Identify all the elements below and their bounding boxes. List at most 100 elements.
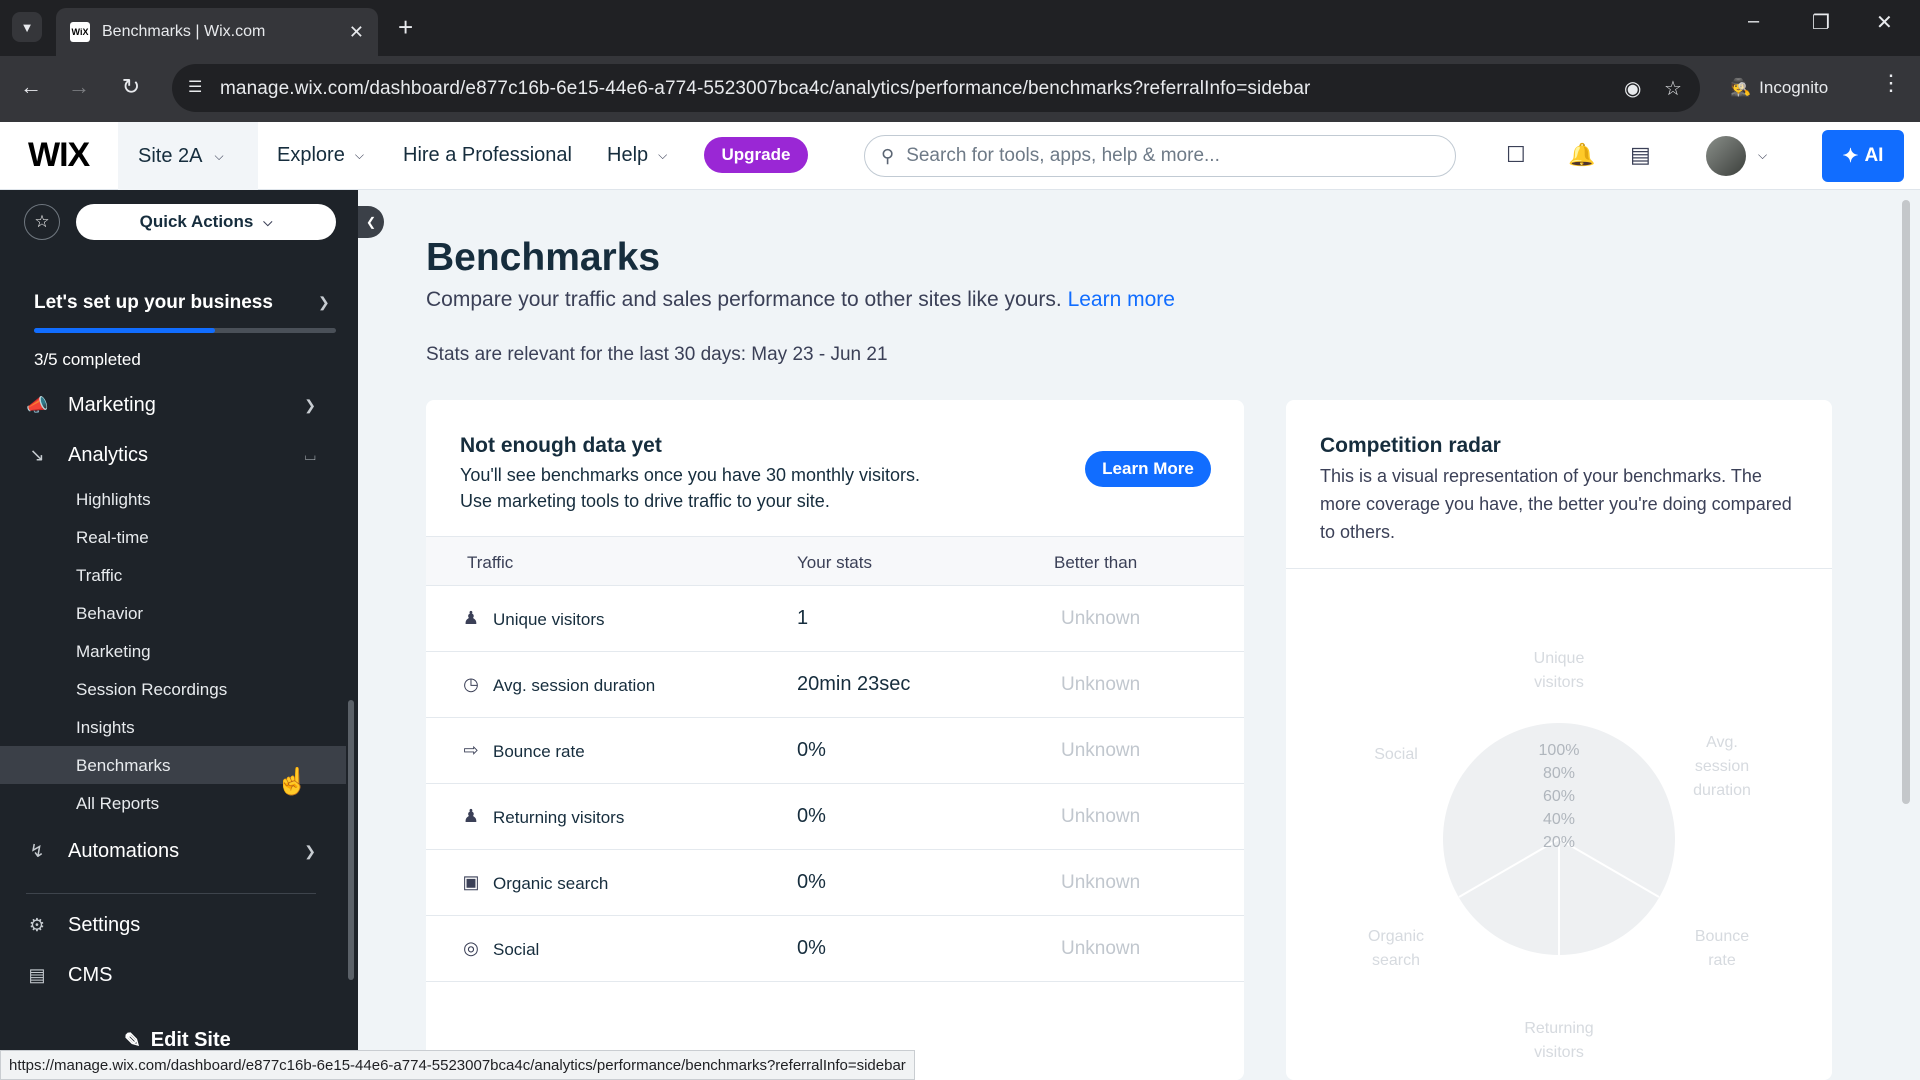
search-window-icon: ▣ bbox=[462, 872, 480, 892]
radar-axis-avg-session-2: session bbox=[1695, 758, 1749, 775]
forward-arrow-icon[interactable]: → bbox=[64, 74, 94, 100]
gear-icon: ⚙ bbox=[28, 915, 46, 935]
radar-axis-bounce-rate-2: rate bbox=[1708, 952, 1736, 969]
sidebar-scrollbar[interactable] bbox=[348, 700, 354, 980]
incognito-indicator[interactable]: 🕵 Incognito bbox=[1730, 68, 1828, 108]
radar-axis-avg-session: Avg. bbox=[1706, 734, 1738, 751]
radar-scale-100: 100% bbox=[1539, 742, 1580, 759]
ai-label: AI bbox=[1864, 145, 1884, 166]
sidebar-item-marketing[interactable]: 📣 Marketing ❯ bbox=[26, 394, 316, 417]
collapse-sidebar-button[interactable]: ❮ bbox=[358, 206, 384, 238]
back-arrow-icon[interactable]: ← bbox=[16, 74, 46, 100]
sidebar-subitem-real-time[interactable]: Real-time bbox=[76, 528, 149, 548]
notifications-bell-icon[interactable]: 🔔 bbox=[1568, 142, 1595, 168]
incognito-icon: 🕵 bbox=[1730, 78, 1752, 97]
sidebar-item-label: Analytics bbox=[68, 444, 149, 466]
reload-icon[interactable]: ↻ bbox=[116, 74, 146, 100]
radar-title: Competition radar bbox=[1320, 434, 1501, 457]
incognito-label: Incognito bbox=[1759, 78, 1829, 97]
table-header: Traffic Your stats Better than bbox=[426, 536, 1244, 586]
sidebar-item-analytics[interactable]: ↘ Analytics ⌴ bbox=[26, 444, 316, 467]
learn-more-button[interactable]: Learn More bbox=[1085, 451, 1211, 487]
chevron-right-icon[interactable]: ❯ bbox=[318, 294, 330, 311]
new-tab-icon[interactable]: + bbox=[398, 12, 413, 42]
page-subtitle: Compare your traffic and sales performan… bbox=[426, 288, 1175, 312]
chevron-down-icon[interactable]: ⌵ bbox=[1758, 148, 1767, 163]
header-better-than: Better than bbox=[1054, 553, 1138, 572]
wix-logo[interactable]: WIX bbox=[28, 136, 90, 175]
news-icon[interactable]: ▤ bbox=[1630, 142, 1651, 168]
browser-tab-bar: ▼ WiX Benchmarks | Wix.com ✕ + – ❐ ✕ bbox=[0, 0, 1920, 56]
site-selector[interactable]: Site 2A ⌵ bbox=[118, 122, 258, 190]
row-better-than: Unknown bbox=[1061, 608, 1141, 629]
browser-menu-icon[interactable]: ⋮ bbox=[1880, 70, 1902, 96]
radar-scale-80: 80% bbox=[1543, 765, 1575, 782]
radar-axis-returning: Returning bbox=[1524, 1020, 1593, 1037]
radar-scale-60: 60% bbox=[1543, 788, 1575, 805]
header-your-stats: Your stats bbox=[797, 553, 872, 572]
row-stat: 20min 23sec bbox=[797, 673, 911, 695]
sidebar: ☆ Quick Actions ⌵ Let's set up your busi… bbox=[0, 190, 358, 1080]
sidebar-subitem-marketing[interactable]: Marketing bbox=[76, 642, 151, 662]
setup-title[interactable]: Let's set up your business bbox=[34, 292, 273, 314]
table-row: ◷ Avg. session duration 20min 23sec Unkn… bbox=[426, 652, 1244, 718]
hire-professional-link[interactable]: Hire a Professional bbox=[403, 144, 572, 167]
not-enough-data-text: You'll see benchmarks once you have 30 m… bbox=[460, 462, 920, 514]
clock-icon: ◷ bbox=[463, 674, 479, 694]
radar-axis-avg-session-3: duration bbox=[1693, 782, 1751, 799]
help-menu[interactable]: Help ⌵ bbox=[607, 144, 667, 167]
sidebar-subitem-session-recordings[interactable]: Session Recordings bbox=[76, 680, 227, 700]
site-name: Site 2A bbox=[138, 144, 203, 167]
setup-progress-bar bbox=[34, 328, 336, 333]
lightning-icon: ↯ bbox=[29, 841, 45, 861]
browser-tab[interactable]: WiX Benchmarks | Wix.com ✕ bbox=[56, 8, 378, 56]
sidebar-item-label: Marketing bbox=[68, 394, 156, 416]
row-label: Returning visitors bbox=[493, 808, 625, 827]
sidebar-item-cms[interactable]: ▤ CMS bbox=[26, 964, 316, 987]
bookmark-star-icon[interactable]: ☆ bbox=[1664, 76, 1682, 101]
learn-more-link[interactable]: Learn more bbox=[1068, 288, 1175, 311]
window-close-icon[interactable]: ✕ bbox=[1876, 10, 1893, 35]
search-icon: ⚲ bbox=[881, 145, 895, 166]
upgrade-button[interactable]: Upgrade bbox=[704, 137, 808, 173]
chat-icon[interactable]: ☐ bbox=[1506, 142, 1526, 168]
table-row: ◎ Social 0% Unknown bbox=[426, 916, 1244, 982]
favorites-star-icon[interactable]: ☆ bbox=[24, 204, 60, 240]
tab-list-button[interactable]: ▼ bbox=[12, 12, 42, 42]
chevron-up-icon: ⌴ bbox=[304, 447, 316, 463]
setup-count: 3/5 completed bbox=[34, 350, 141, 369]
sidebar-subitem-highlights[interactable]: Highlights bbox=[76, 490, 151, 510]
sidebar-item-settings[interactable]: ⚙ Settings bbox=[26, 914, 316, 937]
sidebar-subitem-insights[interactable]: Insights bbox=[76, 718, 135, 738]
sidebar-subitem-behavior[interactable]: Behavior bbox=[76, 604, 143, 624]
hire-label: Hire a Professional bbox=[403, 144, 572, 166]
chevron-down-icon: ⌵ bbox=[658, 148, 668, 162]
sidebar-divider bbox=[26, 893, 316, 894]
site-info-icon[interactable]: ☰ bbox=[188, 77, 202, 97]
omnibox[interactable]: ☰ manage.wix.com/dashboard/e877c16b-6e15… bbox=[172, 64, 1700, 112]
eye-off-icon[interactable]: ◉ bbox=[1624, 76, 1641, 101]
restore-icon[interactable]: ❐ bbox=[1812, 10, 1830, 35]
competition-radar-chart: 100% 80% 60% 40% 20% Unique visitors Avg… bbox=[1368, 650, 1751, 1061]
search-box[interactable]: ⚲ bbox=[864, 135, 1456, 177]
radar-axis-unique-visitors: Unique bbox=[1534, 650, 1585, 667]
avatar[interactable] bbox=[1706, 136, 1746, 176]
not-enough-data-title: Not enough data yet bbox=[460, 434, 662, 457]
sidebar-item-automations[interactable]: ↯ Automations ❯ bbox=[26, 840, 316, 863]
returning-user-icon: ♟ bbox=[462, 806, 480, 826]
setup-progress-fill bbox=[34, 328, 216, 333]
ai-assistant-button[interactable]: ✦ AI bbox=[1822, 130, 1904, 182]
not-enough-line2: Use marketing tools to drive traffic to … bbox=[460, 491, 830, 511]
row-label: Organic search bbox=[493, 874, 609, 893]
main-scrollbar[interactable] bbox=[1902, 200, 1910, 804]
tab-close-icon[interactable]: ✕ bbox=[349, 22, 364, 43]
url-text[interactable]: manage.wix.com/dashboard/e877c16b-6e15-4… bbox=[220, 78, 1310, 100]
chevron-right-icon: ❯ bbox=[304, 397, 316, 413]
sidebar-subitem-traffic[interactable]: Traffic bbox=[76, 566, 122, 586]
sidebar-subitem-all-reports[interactable]: All Reports bbox=[76, 794, 159, 814]
minimize-icon[interactable]: – bbox=[1748, 10, 1759, 33]
search-input[interactable] bbox=[906, 145, 1407, 167]
quick-actions-button[interactable]: Quick Actions ⌵ bbox=[76, 204, 336, 240]
explore-menu[interactable]: Explore ⌵ bbox=[277, 144, 364, 167]
sidebar-subitem-benchmarks[interactable]: Benchmarks bbox=[76, 756, 170, 776]
